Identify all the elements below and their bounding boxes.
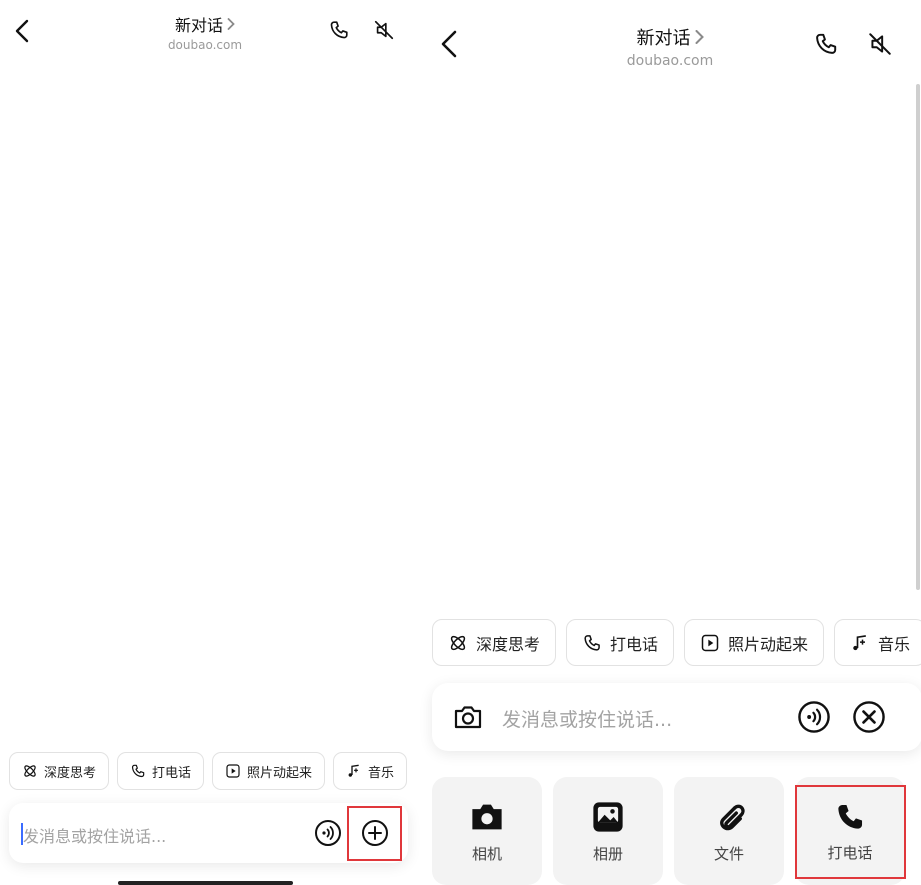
- chip-deep-think[interactable]: 深度思考: [9, 752, 110, 790]
- highlight-box-add-button: [347, 806, 402, 861]
- chip-animate-photo[interactable]: 照片动起来: [684, 619, 825, 666]
- conversation-header[interactable]: 新对话 doubao.com: [595, 24, 745, 69]
- conversation-header[interactable]: 新对话 doubao.com: [140, 12, 270, 52]
- left-screen: 新对话 doubao.com 深度思考 打电话 照片动起来 音乐 发消息或按住说…: [0, 0, 420, 885]
- phone-call-icon[interactable]: [328, 19, 350, 41]
- close-icon[interactable]: [852, 700, 886, 734]
- music-note-icon: [348, 764, 359, 777]
- chip-deep-think[interactable]: 深度思考: [432, 619, 557, 666]
- music-note-icon: [853, 634, 867, 650]
- message-input[interactable]: 发消息或按住说话...: [502, 705, 672, 732]
- chip-phone-call[interactable]: 打电话: [566, 619, 675, 666]
- chip-animate-photo[interactable]: 照片动起来: [212, 752, 326, 790]
- back-arrow-icon[interactable]: [440, 30, 458, 58]
- tile-album[interactable]: 相册: [553, 777, 663, 885]
- home-indicator: [118, 881, 293, 885]
- suggestion-chips: 深度思考 打电话 照片动起来 音乐: [9, 752, 408, 790]
- message-input[interactable]: 发消息或按住说话...: [23, 823, 166, 847]
- header-subtitle: doubao.com: [167, 38, 243, 52]
- play-icon: [226, 764, 240, 778]
- atom-icon: [24, 765, 36, 777]
- right-screen: 新对话 doubao.com 深度思考 打电话 照片动起来 音乐 发消息或按住说…: [420, 0, 921, 885]
- page-title: 新对话: [636, 28, 691, 49]
- image-icon: [593, 801, 623, 832]
- suggestion-chips: 深度思考 打电话 照片动起来 音乐: [432, 619, 921, 666]
- chevron-right-icon: [227, 18, 235, 30]
- header-subtitle: doubao.com: [626, 53, 714, 69]
- mute-speaker-icon[interactable]: [867, 31, 893, 57]
- camera-icon[interactable]: [452, 701, 484, 733]
- voice-input-icon[interactable]: [797, 700, 831, 734]
- atom-icon: [450, 635, 466, 650]
- message-input-bar: 发消息或按住说话...: [432, 683, 921, 751]
- back-arrow-icon[interactable]: [14, 19, 30, 43]
- phone-call-icon[interactable]: [813, 31, 839, 57]
- phone-icon: [584, 634, 600, 651]
- camera-icon: [472, 804, 502, 829]
- mute-speaker-icon[interactable]: [373, 19, 395, 41]
- voice-input-icon[interactable]: [314, 819, 342, 847]
- play-icon: [701, 634, 719, 651]
- chip-music[interactable]: 音乐: [834, 619, 921, 666]
- chip-music[interactable]: 音乐: [333, 752, 408, 790]
- scrollbar[interactable]: [916, 84, 920, 590]
- chip-phone-call[interactable]: 打电话: [117, 752, 205, 790]
- tile-file[interactable]: 文件: [674, 777, 784, 885]
- page-title: 新对话: [174, 16, 223, 35]
- chevron-right-icon: [695, 30, 704, 44]
- paperclip-icon: [720, 804, 745, 830]
- phone-icon: [131, 764, 145, 778]
- tile-camera[interactable]: 相机: [432, 777, 542, 885]
- highlight-box-phone-call-tile: [795, 785, 906, 879]
